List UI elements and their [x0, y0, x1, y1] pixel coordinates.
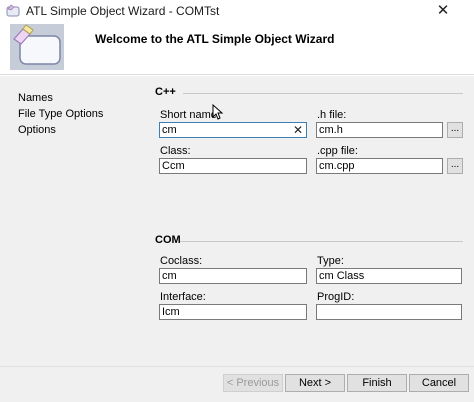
cancel-button[interactable]: Cancel: [409, 374, 469, 392]
finish-button[interactable]: Finish: [347, 374, 407, 392]
com-group-divider: [180, 241, 463, 242]
wizard-banner: Welcome to the ATL Simple Object Wizard: [0, 22, 474, 75]
previous-button[interactable]: < Previous: [223, 374, 283, 392]
wizard-app-icon: [6, 4, 20, 17]
cpp-file-browse-button[interactable]: ...: [447, 158, 463, 174]
wizard-footer: < Previous Next > Finish Cancel: [0, 366, 474, 402]
h-file-input[interactable]: cm.h: [316, 122, 443, 138]
nav-item-options[interactable]: Options: [18, 124, 56, 136]
class-input[interactable]: Ccm: [159, 158, 307, 174]
class-label: Class:: [160, 145, 191, 157]
interface-label: Interface:: [160, 291, 206, 303]
nav-item-file-type-options[interactable]: File Type Options: [18, 108, 103, 120]
coclass-label: Coclass:: [160, 255, 203, 267]
type-label: Type:: [317, 255, 344, 267]
title-bar: ATL Simple Object Wizard - COMTst ✕: [0, 0, 474, 22]
clear-icon[interactable]: ✕: [293, 123, 303, 137]
cpp-file-input[interactable]: cm.cpp: [316, 158, 443, 174]
mouse-pointer-icon: [212, 104, 224, 120]
interface-input[interactable]: Icm: [159, 304, 307, 320]
h-file-browse-button[interactable]: ...: [447, 122, 463, 138]
close-icon[interactable]: ✕: [420, 0, 466, 22]
cpp-group-divider: [183, 93, 463, 94]
com-group-label: COM: [155, 234, 181, 246]
cpp-group-label: C++: [155, 86, 176, 98]
cpp-file-label: .cpp file:: [317, 145, 358, 157]
wizard-nav: Names File Type Options Options: [0, 76, 146, 366]
window-title: ATL Simple Object Wizard - COMTst: [26, 4, 220, 18]
wizard-window-icon: [10, 24, 64, 70]
progid-label: ProgID:: [317, 291, 355, 303]
wizard-body: Names File Type Options Options C++ Shor…: [0, 76, 474, 366]
h-file-label: .h file:: [317, 109, 347, 121]
short-name-label: Short name:: [160, 109, 220, 121]
progid-input[interactable]: [316, 304, 462, 320]
coclass-input[interactable]: cm: [159, 268, 307, 284]
short-name-input[interactable]: cm: [159, 122, 307, 138]
page-heading: Welcome to the ATL Simple Object Wizard: [95, 32, 335, 46]
nav-item-names[interactable]: Names: [18, 92, 53, 104]
next-button[interactable]: Next >: [285, 374, 345, 392]
type-input[interactable]: cm Class: [316, 268, 462, 284]
